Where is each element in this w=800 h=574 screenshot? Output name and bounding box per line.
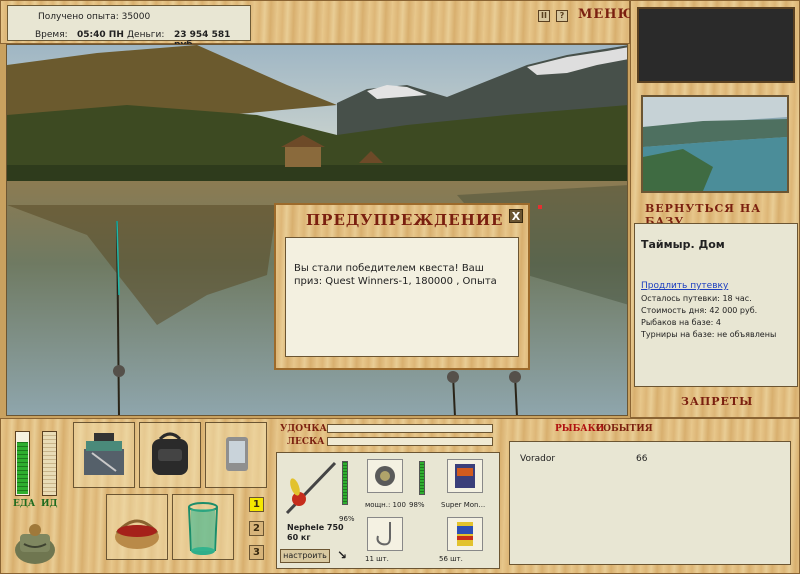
slot-page-2[interactable]: 2 [249, 521, 264, 536]
fisher-name: Vorador [520, 454, 556, 464]
rod-percent: 96% [339, 515, 355, 523]
slot-phone[interactable] [205, 422, 267, 488]
tackle-panel: 96% Nephele 750 60 кг настроить ↘ мощн.:… [276, 452, 500, 569]
reel-percent: 98% [409, 501, 425, 509]
arrow-icon: ↘ [337, 548, 348, 562]
menu-button[interactable]: МЕНЮ [578, 7, 635, 22]
player-stats: Получено опыта: 35000 Время: 05:40 ПН Де… [7, 5, 251, 50]
keepnet-icon [188, 502, 218, 555]
time-label: Время: [35, 30, 68, 40]
food-label: ЕДА [13, 499, 36, 509]
rod-tension-bar [327, 424, 493, 433]
base-thumbnail [641, 95, 789, 193]
base-info: Таймыр. Дом Продлить путевку Осталось пу… [634, 223, 798, 387]
reel-slot[interactable]: мощн.: 100 98% [365, 457, 425, 509]
right-panel: ВЕРНУТЬСЯ НА БАЗУ Таймыр. Дом Продлить п… [630, 0, 800, 418]
fisher-value: 66 [636, 454, 648, 464]
base-name: Таймыр. Дом [641, 238, 725, 251]
list-item[interactable]: Vorador 66 [520, 454, 790, 466]
rod-icon [285, 461, 337, 515]
bait-slot[interactable]: Super Mon... [437, 457, 497, 509]
time-value: 05:40 ПН [77, 30, 124, 40]
tackle-box-icon [84, 433, 124, 475]
food-gauge [15, 431, 30, 496]
events-panel: РЫБАКИ СОБЫТИЯ Vorador 66 [504, 417, 796, 569]
tab-events[interactable]: СОБЫТИЯ [596, 424, 653, 434]
rod-name: Nephele 750 [287, 523, 344, 532]
top-bar: Получено опыта: 35000 Время: 05:40 ПН Де… [0, 0, 634, 50]
money-label: Деньги: [127, 30, 165, 40]
bait-count: 56 шт. [439, 555, 463, 563]
fish-bag[interactable] [12, 520, 58, 566]
reel-wear-gauge [419, 461, 425, 495]
fishers-count: Рыбаков на базе: 4 [641, 318, 721, 327]
line-tension-bar [327, 437, 493, 446]
slot-keepnet[interactable] [172, 494, 234, 560]
rod-label: УДОЧКА [280, 424, 327, 434]
reel-power: мощн.: 100 [365, 501, 406, 509]
extend-trip-link[interactable]: Продлить путевку [641, 281, 728, 291]
pause-button[interactable]: II [538, 10, 550, 22]
slot-tackle-box[interactable] [73, 422, 135, 488]
food-level [17, 442, 28, 494]
hook-count: 11 шт. [365, 555, 389, 563]
slot-backpack[interactable] [139, 422, 201, 488]
slot-page-3[interactable]: 3 [249, 545, 264, 560]
bait-name: Super Mon... [441, 501, 486, 509]
trip-remaining: Осталось путевки: 18 час. [641, 294, 752, 303]
rod-weight: 60 кг [287, 533, 311, 542]
help-button[interactable]: ? [556, 10, 568, 22]
day-cost: Стоимость дня: 42 000 руб. [641, 306, 758, 315]
health-label: ИД [41, 499, 58, 509]
phone-icon [226, 437, 248, 471]
bait-box-icon [455, 464, 475, 488]
bait-pack-slot[interactable]: 56 шт. [437, 515, 497, 565]
info-screen [637, 7, 795, 83]
bans-button[interactable]: ЗАПРЕТЫ [681, 395, 753, 408]
reel-icon [375, 466, 395, 486]
rod-wear-gauge [342, 461, 348, 505]
hook-icon [376, 522, 391, 546]
dialog-title: ПРЕДУПРЕЖДЕНИЕ [306, 211, 504, 229]
health-gauge [42, 431, 57, 496]
setup-button[interactable]: настроить [280, 549, 330, 563]
line-label: ЛЕСКА [287, 437, 325, 447]
slot-basket[interactable] [106, 494, 168, 560]
close-icon[interactable]: X [509, 209, 523, 223]
dialog-message: Вы стали победителем квеста! Ваш приз: Q… [285, 237, 519, 357]
backpack-icon [152, 432, 188, 475]
slot-page-1[interactable]: 1 [249, 497, 264, 512]
hook-slot[interactable]: 11 шт. [365, 515, 411, 565]
experience-text: Получено опыта: 35000 [38, 12, 151, 22]
bait-pack-icon [457, 522, 473, 546]
bag-icon [15, 524, 55, 564]
fishers-list: Vorador 66 [509, 441, 791, 565]
warning-dialog: ПРЕДУПРЕЖДЕНИЕ X Вы стали победителем кв… [274, 203, 530, 370]
basket-icon [115, 519, 159, 549]
tournaments-info: Турниры на базе: не объявлены [641, 330, 777, 339]
